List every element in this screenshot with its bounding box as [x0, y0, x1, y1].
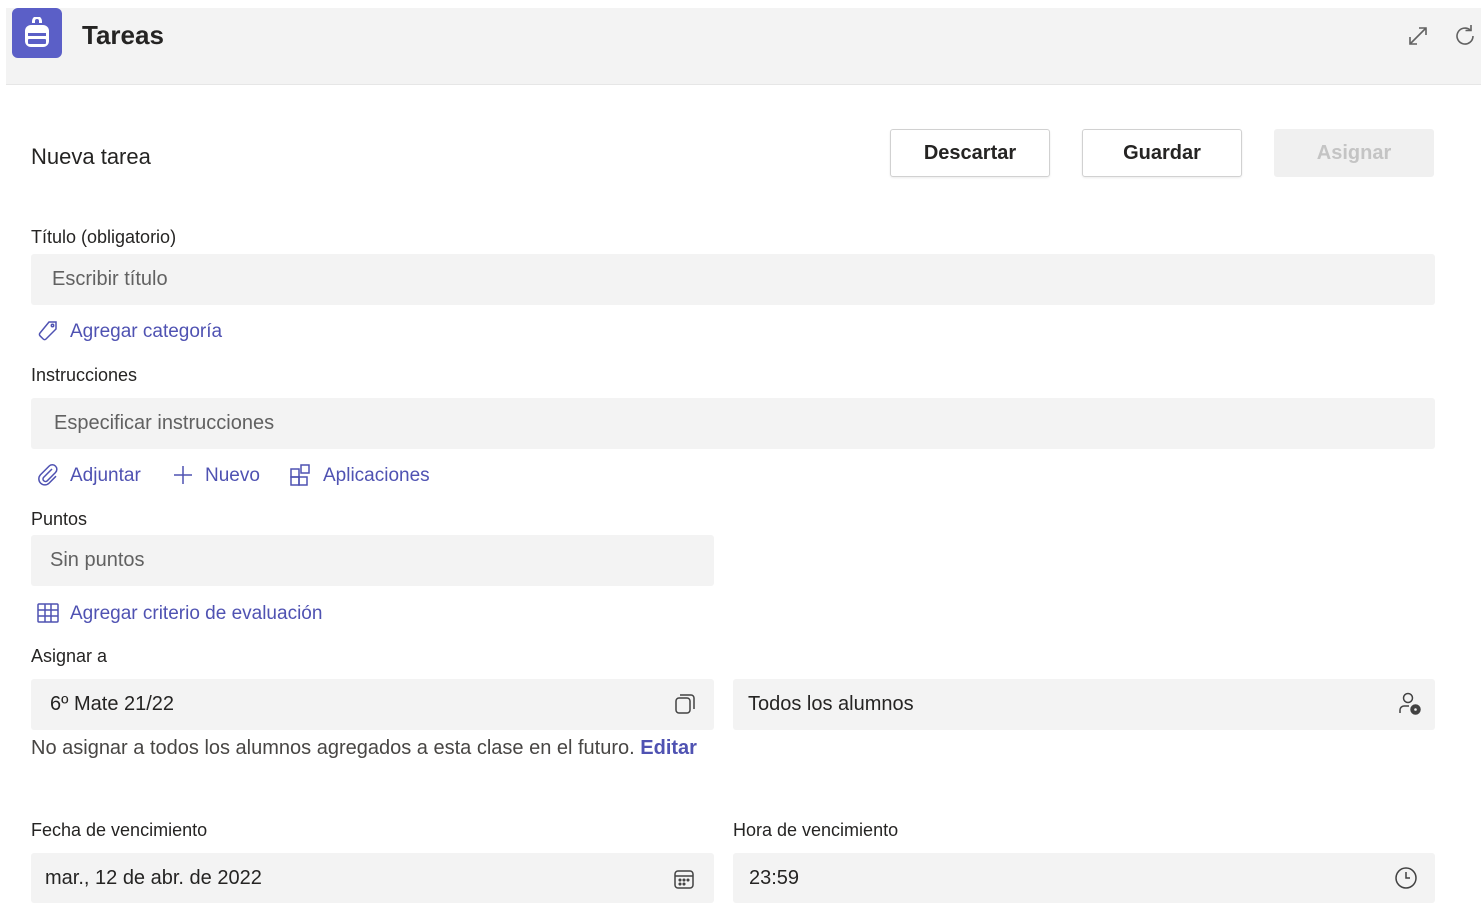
add-category-label: Agregar categoría [70, 321, 223, 342]
class-selector[interactable]: 6º Mate 21/22 [31, 679, 714, 730]
title-field[interactable] [31, 254, 1435, 305]
edit-link[interactable]: Editar [640, 737, 697, 759]
calendar-icon [672, 867, 698, 893]
person-settings-icon [1397, 691, 1423, 717]
attach-label: Adjuntar [70, 465, 141, 486]
class-value: 6º Mate 21/22 [50, 693, 175, 715]
assign-note: No asignar a todos los alumnos agregados… [31, 737, 697, 760]
apps-link[interactable]: Aplicaciones [289, 463, 430, 489]
tag-icon [36, 319, 62, 345]
refresh-icon[interactable] [1451, 22, 1479, 50]
new-label: Nuevo [205, 465, 260, 486]
apps-label: Aplicaciones [323, 465, 430, 486]
due-time-value: 23:59 [749, 866, 800, 889]
students-selector[interactable]: Todos los alumnos [733, 679, 1435, 730]
instructions-label: Instrucciones [31, 365, 138, 385]
instructions-field[interactable] [31, 398, 1435, 449]
grid-icon [36, 601, 62, 627]
add-rubric-label: Agregar criterio de evaluación [70, 603, 323, 624]
plus-icon [171, 463, 197, 489]
apps-icon [289, 463, 315, 489]
page-title: Nueva tarea [31, 144, 151, 169]
due-time-label: Hora de vencimiento [733, 820, 899, 840]
points-value: Sin puntos [50, 549, 145, 571]
app-title: Tareas [82, 20, 164, 50]
expand-icon[interactable] [1404, 22, 1432, 50]
due-date-picker[interactable]: mar., 12 de abr. de 2022 [31, 853, 714, 903]
app-header: Tareas [6, 8, 1481, 85]
instructions-input[interactable] [52, 411, 1435, 436]
backpack-icon [12, 8, 62, 58]
assign-note-text: No asignar a todos los alumnos agregados… [31, 737, 635, 759]
save-button[interactable]: Guardar [1082, 129, 1242, 177]
assign-to-label: Asignar a [31, 646, 108, 666]
due-time-picker[interactable]: 23:59 [733, 853, 1435, 903]
add-category-link[interactable]: Agregar categoría [36, 319, 222, 345]
new-link[interactable]: Nuevo [171, 463, 260, 489]
points-dropdown[interactable]: Sin puntos [31, 535, 714, 586]
title-label: Título (obligatorio) [31, 227, 177, 247]
copy-icon [672, 691, 698, 717]
assign-button[interactable]: Asignar [1274, 129, 1434, 177]
students-value: Todos los alumnos [748, 693, 914, 715]
add-rubric-link[interactable]: Agregar criterio de evaluación [36, 601, 322, 627]
title-input[interactable] [50, 267, 1435, 292]
discard-button[interactable]: Descartar [890, 129, 1050, 177]
due-date-value: mar., 12 de abr. de 2022 [45, 866, 262, 889]
points-label: Puntos [31, 509, 88, 529]
paperclip-icon [36, 463, 62, 489]
attach-link[interactable]: Adjuntar [36, 463, 141, 489]
clock-icon [1393, 865, 1419, 891]
due-date-label: Fecha de vencimiento [31, 820, 208, 840]
